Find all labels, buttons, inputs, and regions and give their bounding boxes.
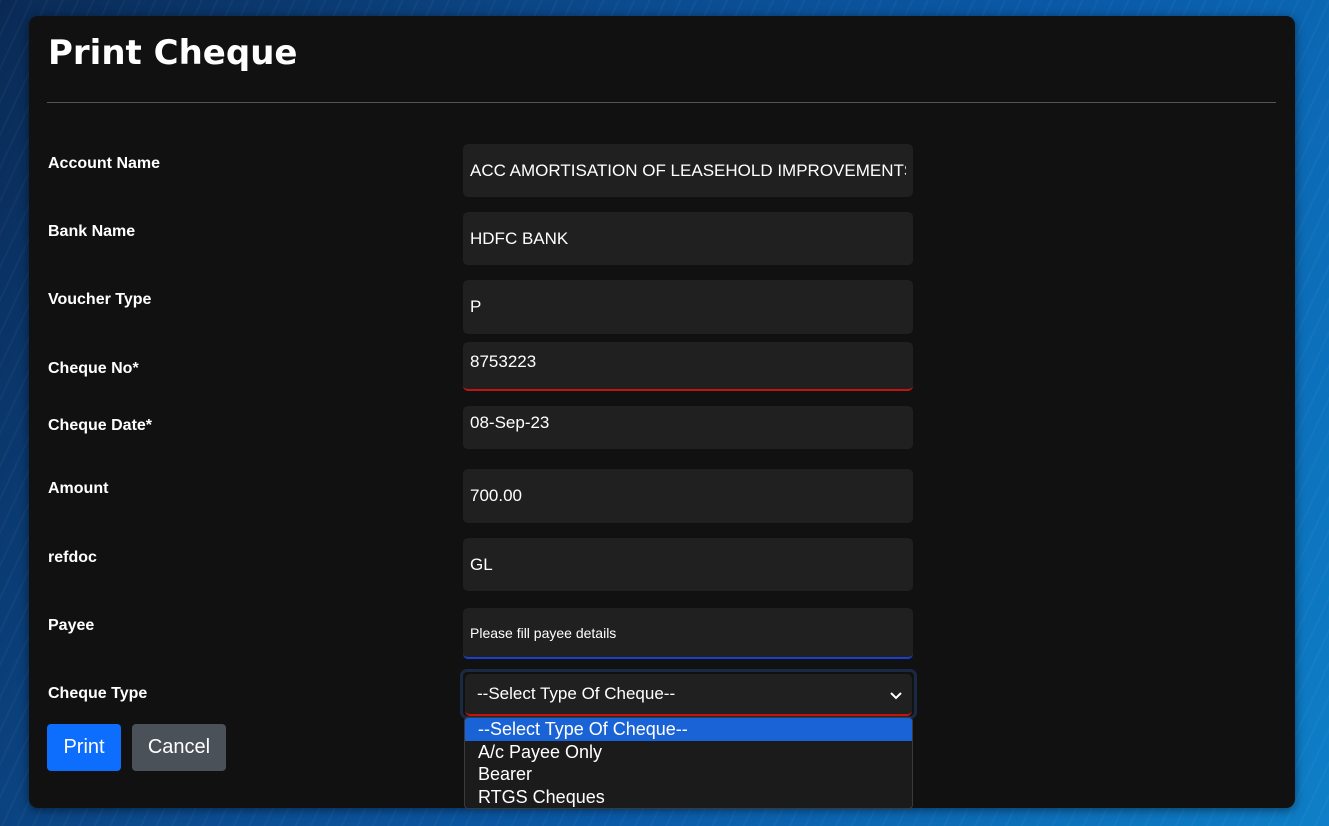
cheque-type-option-rtgs[interactable]: RTGS Cheques	[465, 786, 912, 809]
cheque-type-option-ac-payee[interactable]: A/c Payee Only	[465, 741, 912, 764]
cheque-type-dropdown-list: --Select Type Of Cheque-- A/c Payee Only…	[464, 717, 913, 809]
cheque-date-label: Cheque Date*	[48, 417, 153, 434]
account-name-field[interactable]	[463, 144, 913, 197]
page-title: Print Cheque	[48, 33, 298, 73]
refdoc-label: refdoc	[48, 549, 97, 566]
payee-label: Payee	[48, 617, 95, 634]
voucher-type-field[interactable]	[463, 280, 913, 334]
cheque-type-option-select[interactable]: --Select Type Of Cheque--	[465, 718, 912, 741]
amount-label: Amount	[48, 480, 109, 497]
bank-name-label: Bank Name	[48, 223, 136, 240]
cheque-type-label: Cheque Type	[48, 685, 148, 702]
amount-field[interactable]	[463, 469, 913, 523]
refdoc-field[interactable]	[463, 538, 913, 591]
chevron-down-icon[interactable]	[890, 688, 902, 704]
cheque-type-select-value[interactable]: --Select Type Of Cheque--	[465, 674, 912, 716]
cheque-no-label: Cheque No*	[48, 360, 139, 377]
print-button[interactable]: Print	[47, 724, 121, 771]
cheque-type-option-bearer[interactable]: Bearer	[465, 763, 912, 786]
cheque-type-selected-text: --Select Type Of Cheque--	[477, 684, 676, 703]
cancel-button[interactable]: Cancel	[132, 724, 226, 771]
header-divider	[47, 102, 1276, 103]
voucher-type-label: Voucher Type	[48, 291, 152, 308]
bank-name-field[interactable]	[463, 212, 913, 265]
cheque-date-field[interactable]	[463, 406, 913, 449]
cheque-no-field[interactable]	[463, 342, 913, 391]
payee-field[interactable]: Please fill payee details	[463, 608, 913, 659]
account-name-label: Account Name	[48, 155, 161, 172]
cheque-type-select[interactable]: --Select Type Of Cheque--	[460, 669, 917, 719]
